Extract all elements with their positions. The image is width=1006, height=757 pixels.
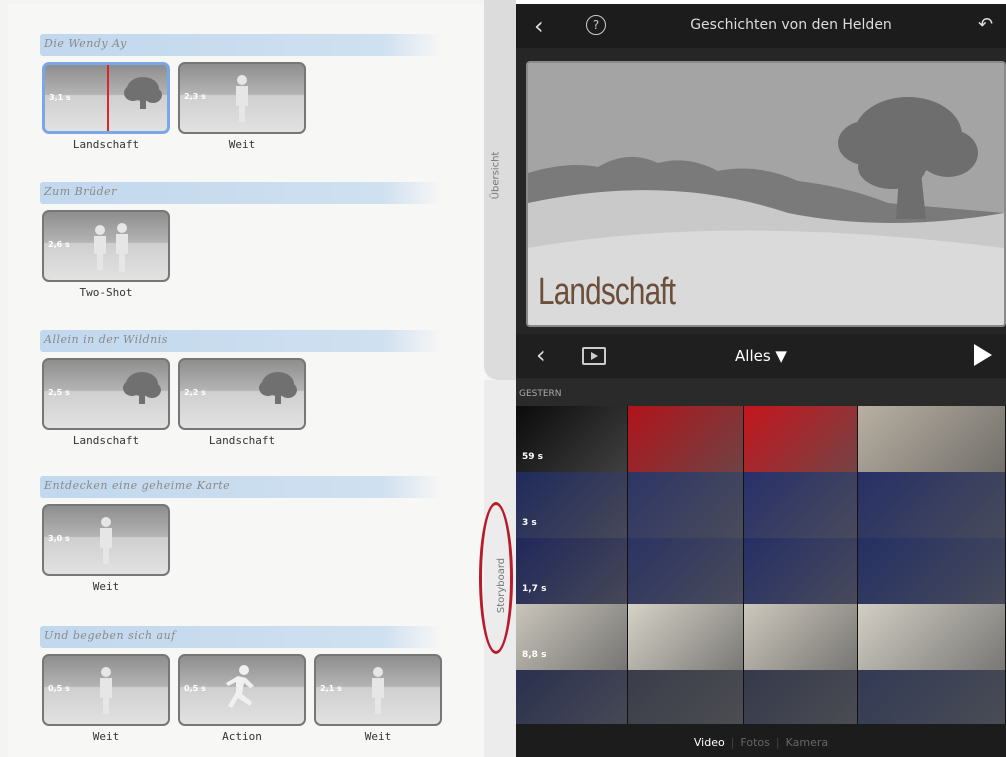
filmstrip-frame (744, 604, 858, 670)
clip-thumbnail: 0,5 s (42, 654, 170, 726)
tab-overview-label: Übersicht (490, 151, 502, 200)
clip-duration: 0,5 s (48, 684, 70, 693)
clip-label: Two-Shot (79, 286, 133, 299)
storyboard-clip[interactable]: 2,3 s Weit (178, 62, 306, 151)
clip-thumbnail: 2,2 s (178, 358, 306, 430)
section-title-text: Allein in der Wildnis (44, 333, 168, 346)
clip-thumbnail: 2,6 s (42, 210, 170, 282)
section-title[interactable]: Allein in der Wildnis (40, 330, 442, 352)
clip-filmstrip-row[interactable]: 3 s (516, 472, 1006, 538)
filmstrip-frame (744, 538, 858, 604)
clip-duration: 2,5 s (48, 388, 70, 397)
filmstrip-duration: 3 s (522, 518, 537, 528)
clip-duration: 3,0 s (48, 534, 70, 543)
project-title: Geschichten von den Helden (690, 17, 892, 33)
filmstrip-frame (628, 604, 744, 670)
storyboard-panel: Die Wendy Ay 3,1 s Landschaft 2,3 s Weit Zum … (0, 0, 512, 757)
clip-label: Weit (364, 730, 392, 743)
filmstrip-duration: 59 s (522, 452, 544, 462)
filmstrip-frame (628, 406, 744, 472)
clip-label: Landschaft (72, 434, 140, 447)
clip-thumbnail: 2,5 s (42, 358, 170, 430)
filmstrip-frame (516, 538, 628, 604)
filmstrip-frame (858, 604, 1006, 670)
clip-thumbnail: 2,1 s (314, 654, 442, 726)
storyboard-clip[interactable]: 3,1 s Landschaft (42, 62, 170, 151)
filter-dropdown[interactable]: Alles ▼ (516, 347, 1006, 365)
storyboard-clip[interactable]: 3,0 s Weit (42, 504, 170, 593)
clip-filmstrip-row[interactable]: 59 s (516, 406, 1006, 472)
filmstrip-duration: 8,8 s (522, 650, 547, 660)
media-browser-bar: ‹ Alles ▼ (516, 334, 1006, 378)
date-header: GESTERN (516, 378, 1006, 406)
section-title-text: Die Wendy Ay (44, 37, 127, 50)
media-type-tabs: Video | Fotos | Kamera (516, 724, 1006, 757)
filmstrip-frame (744, 472, 858, 538)
clip-filmstrip-row[interactable]: 8,8 s (516, 604, 1006, 670)
storyboard-clip[interactable]: 0,5 s Action (178, 654, 306, 743)
clip-duration: 0,5 s (184, 684, 206, 693)
clip-thumbnail: 3,0 s (42, 504, 170, 576)
filmstrip-frame (744, 406, 858, 472)
clip-thumbnail: 3,1 s (42, 62, 170, 134)
clip-duration: 2,2 s (184, 388, 206, 397)
clip-duration: 2,6 s (48, 240, 70, 249)
top-bar: ‹ ? Geschichten von den Helden ↶ (516, 4, 1006, 48)
tab-overview[interactable]: Übersicht (484, 0, 516, 380)
filmstrip-frame (858, 406, 1006, 472)
undo-icon[interactable]: ↶ (978, 14, 993, 35)
section-title[interactable]: Zum Brüder (40, 182, 442, 204)
clip-label: Action (222, 730, 262, 743)
clip-filmstrip-row[interactable]: 1,7 s (516, 538, 1006, 604)
section-title-text: Entdecken eine geheime Karte (44, 479, 231, 492)
filmstrip-frame (628, 472, 744, 538)
filmstrip-frame (516, 406, 628, 472)
filmstrip-frame (858, 538, 1006, 604)
section-title-text: Zum Brüder (44, 185, 117, 198)
clip-label: Weit (228, 138, 256, 151)
filmstrip-frame (516, 604, 628, 670)
tab-photos[interactable]: Fotos (740, 736, 769, 749)
date-header-label: GESTERN (519, 389, 562, 399)
section-title-text: Und begeben sich auf (44, 629, 176, 642)
imovie-panel: ‹ ? Geschichten von den Helden ↶ Landsch… (516, 4, 1006, 757)
filmstrip-frame (516, 472, 628, 538)
tab-video[interactable]: Video (694, 736, 725, 749)
clip-duration: 2,1 s (320, 684, 342, 693)
section-title[interactable]: Und begeben sich auf (40, 626, 442, 648)
section-title[interactable]: Die Wendy Ay (40, 34, 442, 56)
viewer-preview[interactable]: Landschaft (526, 61, 1006, 327)
clip-thumbnail: 2,3 s (178, 62, 306, 134)
playhead[interactable] (107, 65, 109, 131)
clip-duration: 3,1 s (49, 93, 71, 102)
clip-label: Weit (92, 580, 120, 593)
filmstrip-frame (628, 538, 744, 604)
storyboard-clip[interactable]: 2,5 s Landschaft (42, 358, 170, 447)
tab-camera[interactable]: Kamera (786, 736, 829, 749)
storyboard-clip[interactable]: 0,5 s Weit (42, 654, 170, 743)
preview-title: Landschaft (538, 271, 676, 313)
storyboard-clip[interactable]: 2,2 s Landschaft (178, 358, 306, 447)
clip-label: Weit (92, 730, 120, 743)
filmstrip-duration: 1,7 s (522, 584, 547, 594)
clip-thumbnail: 0,5 s (178, 654, 306, 726)
clip-label: Landschaft (72, 138, 140, 151)
play-icon[interactable] (974, 344, 992, 366)
clip-duration: 2,3 s (184, 92, 206, 101)
clip-label: Landschaft (208, 434, 276, 447)
storyboard-tab-highlight (479, 502, 513, 654)
filmstrip-frame (858, 472, 1006, 538)
storyboard-clip[interactable]: 2,1 s Weit (314, 654, 442, 743)
section-title[interactable]: Entdecken eine geheime Karte (40, 476, 442, 498)
storyboard-clip[interactable]: 2,6 s Two-Shot (42, 210, 170, 299)
